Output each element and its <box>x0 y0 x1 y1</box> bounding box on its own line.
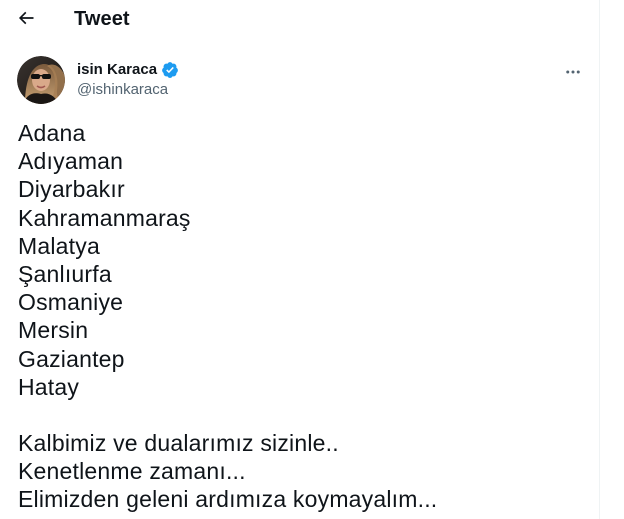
page-title: Tweet <box>74 8 130 30</box>
more-options-button[interactable] <box>556 55 590 89</box>
tweet-page: Tweet isin Karaca @ishinkaraca Adana Adı… <box>0 0 600 519</box>
tweet-line-message: Kenetlenme zamanı... <box>18 458 246 485</box>
author-name-block: isin Karaca @ishinkaraca <box>77 60 179 99</box>
arrow-left-icon <box>18 11 34 25</box>
avatar-image <box>17 56 65 104</box>
author-handle[interactable]: @ishinkaraca <box>77 80 179 99</box>
tweet-author: isin Karaca @ishinkaraca <box>0 52 600 108</box>
tweet-line-city: Gaziantep <box>18 345 125 372</box>
tweet-line-city: Osmaniye <box>18 289 124 316</box>
tweet-line-message: Kalbimiz ve dualarımız sizinle.. <box>18 430 339 457</box>
tweet-line-message: Elimizden geleni ardımıza koymayalım... <box>18 486 438 513</box>
tweet-line-city: Malatya <box>18 232 100 259</box>
tweet-line-city: Hatay <box>18 373 80 400</box>
display-name-text: isin Karaca <box>77 61 158 78</box>
verified-badge-icon <box>162 62 178 78</box>
avatar[interactable] <box>17 56 65 104</box>
tweet-line-city: Diyarbakır <box>18 176 125 203</box>
tweet-line-city: Kahramanmaraş <box>18 204 191 231</box>
tweet-line-city: Adana <box>18 120 86 146</box>
more-horizontal-icon <box>566 70 580 74</box>
author-display-name[interactable]: isin Karaca <box>77 60 179 80</box>
back-button[interactable] <box>8 0 44 36</box>
tweet-text: Adana Adıyaman Diyarbakır Kahramanmaraş … <box>18 119 588 514</box>
top-bar: Tweet <box>0 0 600 38</box>
tweet-line-city: Mersin <box>18 317 89 344</box>
tweet-line-city: Adıyaman <box>18 148 124 175</box>
tweet-line-city: Şanlıurfa <box>18 260 112 287</box>
